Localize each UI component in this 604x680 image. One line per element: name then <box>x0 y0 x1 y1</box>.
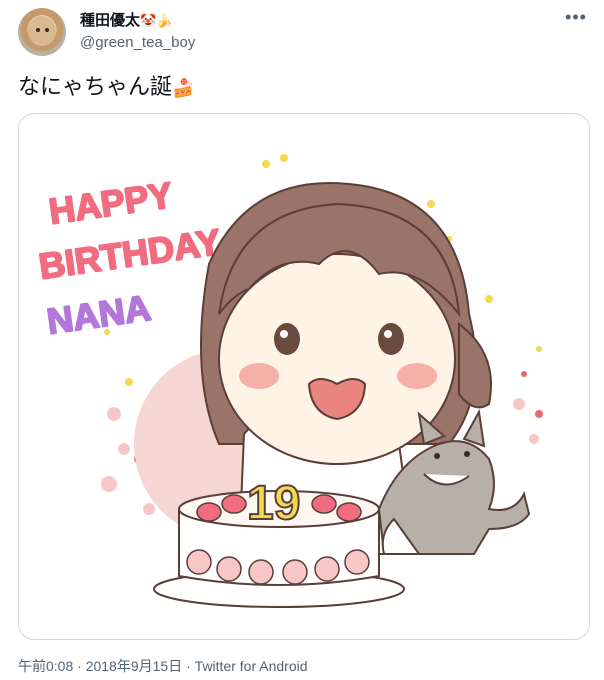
tweet-time[interactable]: 午前0:08 <box>18 658 73 674</box>
tweet-text: なにゃちゃん誕🍰 <box>18 72 194 104</box>
user-info[interactable]: 種田優太🤡🍌 @green_tea_boy <box>80 12 195 53</box>
display-name[interactable]: 種田優太🤡🍌 <box>80 12 195 31</box>
cake-emoji: 🍰 <box>172 78 195 99</box>
avatar[interactable] <box>18 8 66 56</box>
art-text-nana: NANA <box>44 287 153 342</box>
cake-number-candle: 19 <box>247 477 300 530</box>
more-options-icon[interactable]: ••• <box>564 8 588 30</box>
name-emoji: 🤡🍌 <box>140 14 173 29</box>
art-text-birthday: BIRTHDAY <box>36 221 223 287</box>
tweet-metadata: 午前0:08 · 2018年9月15日 · Twitter for Androi… <box>18 658 308 674</box>
user-handle[interactable]: @green_tea_boy <box>80 33 195 53</box>
tweet-date[interactable]: 2018年9月15日 <box>86 658 183 674</box>
tweet-source[interactable]: Twitter for Android <box>195 658 308 674</box>
tweet-header: 種田優太🤡🍌 @green_tea_boy ••• <box>18 8 588 58</box>
birthday-illustration: HAPPY BIRTHDAY NANA 19 <box>35 154 543 608</box>
art-text-happy: HAPPY <box>46 174 175 232</box>
tweet-media-image[interactable]: HAPPY BIRTHDAY NANA 19 <box>18 113 590 640</box>
